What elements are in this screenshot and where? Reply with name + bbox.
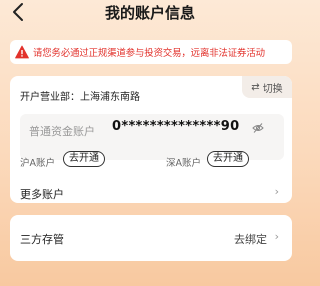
fund-account-number: 0**************90 [112,119,240,134]
warning-triangle-icon [15,45,29,59]
fund-account-label: 普通资金账户 [29,125,95,138]
shanghai-a-label: 沪A账户 [20,158,55,169]
chevron-right-icon[interactable]: › [275,230,279,243]
more-accounts-link[interactable]: 更多账户 [20,186,64,202]
branch-label: 开户营业部：上海浦东南路 [20,92,140,103]
shenzhen-a-open-button[interactable]: 去开通 [207,151,249,167]
third-party-depository-card[interactable]: 三方存管 去绑定 › [10,215,292,261]
switch-arrows-icon: ⇄ [251,81,260,93]
chevron-right-icon[interactable]: › [275,185,279,198]
nav-bar: 我的账户信息 [0,0,300,24]
switch-label: 切换 [262,83,283,95]
shenzhen-a-label: 深A账户 [166,158,201,169]
account-card: 开户营业部：上海浦东南路 ⇄ 切换 普通资金账户 0**************… [10,76,292,203]
warning-text: 请您务必通过正规渠道参与投资交易，远离非法证券活动 [33,48,265,59]
eye-hidden-icon[interactable] [252,122,264,134]
third-party-label: 三方存管 [20,233,64,246]
page-title: 我的账户信息 [104,4,195,22]
stock-accounts-row: 沪A账户 去开通 深A账户 去开通 [20,150,284,170]
switch-branch-button[interactable]: ⇄ 切换 [242,76,292,98]
bind-button[interactable]: 去绑定 [234,231,267,247]
shanghai-a-open-button[interactable]: 去开通 [63,151,105,167]
risk-warning-banner: 请您务必通过正规渠道参与投资交易，远离非法证券活动 [10,40,292,64]
